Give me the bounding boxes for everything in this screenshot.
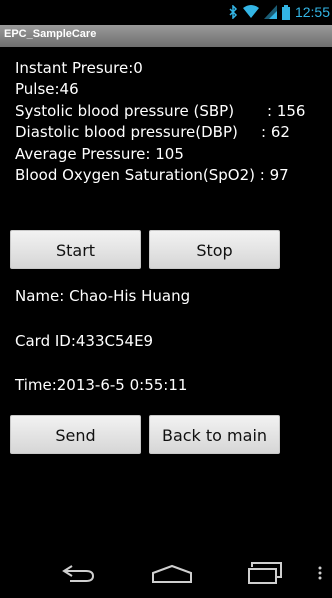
battery-icon [281, 4, 290, 20]
reading-dbp: Diastolic blood pressure(DBP) : 62 [15, 122, 330, 143]
reading-label: Pulse:46 [15, 80, 79, 99]
status-bar: 12:55 [0, 0, 332, 25]
wifi-icon [242, 5, 259, 18]
reading-label: Blood Oxygen Saturation(SpO2) : 97 [15, 165, 289, 184]
send-button[interactable]: Send [10, 415, 141, 454]
signal-icon [263, 5, 277, 19]
app-title-bar: EPC_SampleCare [0, 25, 332, 47]
card-id: Card ID:433C54E9 [15, 332, 154, 350]
bluetooth-icon [229, 5, 238, 19]
app-title: EPC_SampleCare [4, 28, 97, 40]
recent-apps-icon[interactable] [248, 562, 282, 584]
status-time: 12:55 [294, 4, 330, 20]
navigation-bar [0, 550, 332, 598]
home-icon[interactable] [152, 564, 192, 584]
reading-value: : 156 [267, 101, 306, 120]
back-to-main-button[interactable]: Back to main [149, 415, 280, 454]
reading-average-pressure: Average Pressure: 105 [15, 144, 330, 165]
reading-label: Diastolic blood pressure(DBP) [15, 123, 238, 142]
reading-instant-pressure: Instant Presure:0 [15, 58, 330, 79]
back-icon[interactable] [60, 565, 96, 583]
reading-label: Systolic blood pressure (SBP) [15, 101, 235, 120]
reading-pulse: Pulse:46 [15, 79, 330, 100]
reading-label: Average Pressure: 105 [15, 144, 184, 163]
timestamp: Time:2013-6-5 0:55:11 [15, 376, 188, 394]
start-button[interactable]: Start [10, 230, 141, 269]
menu-icon[interactable] [318, 566, 322, 580]
reading-label: Instant Presure:0 [15, 59, 143, 77]
patient-name: Name: Chao-His Huang [15, 287, 191, 305]
status-icons: 12:55 [229, 3, 330, 21]
reading-spo2: Blood Oxygen Saturation(SpO2) : 97 [15, 165, 330, 186]
reading-value: : 62 [261, 123, 290, 142]
reading-sbp: Systolic blood pressure (SBP) : 156 [15, 101, 330, 122]
readings-panel: Instant Presure:0 Pulse:46 Systolic bloo… [15, 58, 330, 186]
stop-button[interactable]: Stop [149, 230, 280, 269]
